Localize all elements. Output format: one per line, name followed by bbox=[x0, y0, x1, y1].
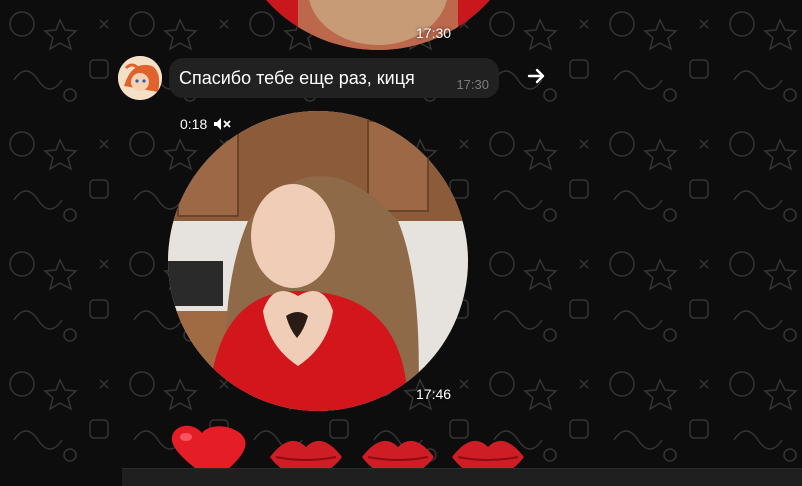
message-bubble[interactable]: Спасибо тебе еще раз, киця 17:30 bbox=[169, 58, 499, 98]
forward-button[interactable] bbox=[521, 60, 553, 92]
speaker-muted-icon[interactable] bbox=[213, 117, 231, 131]
message-time: 17:30 bbox=[456, 77, 489, 92]
forward-arrow-icon bbox=[527, 68, 545, 84]
video-note-previous-time: 17:30 bbox=[416, 25, 452, 41]
duration-text: 0:18 bbox=[180, 116, 208, 132]
composer-bar-edge bbox=[122, 468, 802, 486]
message-text: Спасибо тебе еще раз, киця bbox=[179, 68, 415, 88]
video-note-time: 17:46 bbox=[416, 386, 452, 402]
video-note-duration: 0:18 bbox=[180, 116, 231, 132]
video-note[interactable] bbox=[168, 111, 468, 411]
video-note-frame bbox=[168, 111, 468, 411]
sender-avatar[interactable] bbox=[118, 56, 162, 100]
